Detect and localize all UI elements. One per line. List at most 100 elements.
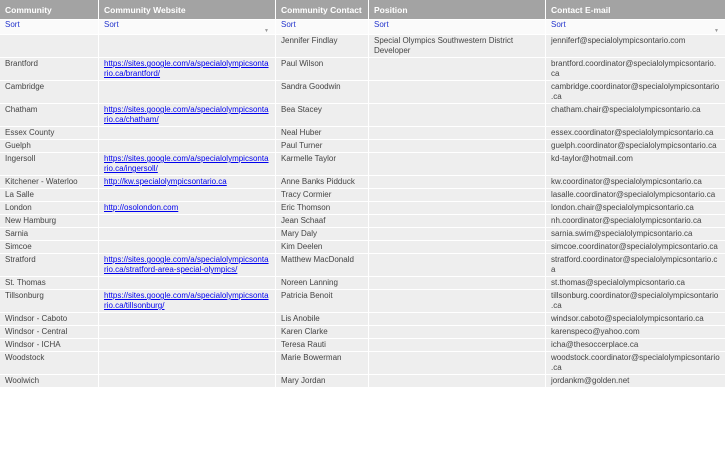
email-cell: nh.coordinator@specialolympicsontario.ca <box>546 215 725 227</box>
sort-arrow-icon[interactable]: ▼ <box>714 28 719 34</box>
position-cell <box>369 313 545 325</box>
email-cell: jordankm@golden.net <box>546 375 725 387</box>
website-cell: https://sites.google.com/a/specialolympi… <box>99 254 275 276</box>
community-website-link[interactable]: https://sites.google.com/a/specialolympi… <box>104 291 269 310</box>
position-cell <box>369 104 545 126</box>
position-cell <box>369 241 545 253</box>
community-cell: Tillsonburg <box>0 290 98 312</box>
email-cell: lasalle.coordinator@specialolympicsontar… <box>546 189 725 201</box>
website-cell <box>99 352 275 374</box>
contact-cell: Patricia Benoit <box>276 290 368 312</box>
sort-community-website: Sort ▼ <box>99 20 275 34</box>
contact-cell: Karmelle Taylor <box>276 153 368 175</box>
website-cell <box>99 140 275 152</box>
contact-cell: Paul Turner <box>276 140 368 152</box>
website-cell: https://sites.google.com/a/specialolympi… <box>99 290 275 312</box>
community-cell: Cambridge <box>0 81 98 103</box>
table-row: London http://osolondon.com Eric Thomson lo… <box>0 202 725 214</box>
community-cell: Sarnia <box>0 228 98 240</box>
email-cell: karenspeco@yahoo.com <box>546 326 725 338</box>
table-row: St. Thomas Noreen Lanning st.thomas@specia… <box>0 277 725 289</box>
header-community-contact: Community Contact <box>276 0 368 19</box>
email-cell: kw.coordinator@specialolympicsontario.ca <box>546 176 725 188</box>
position-cell <box>369 58 545 80</box>
table-row: Windsor - ICHA Teresa Rauti icha@thesoccer… <box>0 339 725 351</box>
email-cell: essex.coordinator@specialolympicsontario… <box>546 127 725 139</box>
header-contact-email: Contact E-mail <box>546 0 725 19</box>
community-cell: Windsor - Central <box>0 326 98 338</box>
website-cell <box>99 215 275 227</box>
community-cell: Stratford <box>0 254 98 276</box>
contact-cell: Eric Thomson <box>276 202 368 214</box>
community-website-link[interactable]: http://kw.specialolympicsontario.ca <box>104 177 227 186</box>
email-cell: chatham.chair@specialolympicsontario.ca <box>546 104 725 126</box>
community-cell: Simcoe <box>0 241 98 253</box>
community-website-link[interactable]: https://sites.google.com/a/specialolympi… <box>104 59 269 78</box>
community-cell: Chatham <box>0 104 98 126</box>
position-cell <box>369 202 545 214</box>
sort-link[interactable]: Sort <box>281 20 296 29</box>
website-cell: https://sites.google.com/a/specialolympi… <box>99 58 275 80</box>
community-website-link[interactable]: https://sites.google.com/a/specialolympi… <box>104 255 269 274</box>
website-cell <box>99 228 275 240</box>
table-row: Simcoe Kim Deelen simcoe.coordinator@speci… <box>0 241 725 253</box>
position-cell <box>369 326 545 338</box>
table-row: Cambridge Sandra Goodwin cambridge.coordin… <box>0 81 725 103</box>
community-website-link[interactable]: https://sites.google.com/a/specialolympi… <box>104 154 269 173</box>
contact-cell: Bea Stacey <box>276 104 368 126</box>
sort-link[interactable]: Sort <box>104 20 119 29</box>
table-row: New Hamburg Jean Schaaf nh.coordinator@spe… <box>0 215 725 227</box>
table-row: Woodstock Marie Bowerman woodstock.coordin… <box>0 352 725 374</box>
community-cell: Ingersoll <box>0 153 98 175</box>
website-cell <box>99 241 275 253</box>
contact-cell: Teresa Rauti <box>276 339 368 351</box>
header-row: Community Community Website Community Co… <box>0 0 725 19</box>
position-cell <box>369 254 545 276</box>
community-cell: Windsor - ICHA <box>0 339 98 351</box>
sort-link[interactable]: Sort <box>374 20 389 29</box>
position-cell <box>369 189 545 201</box>
table-row: Chatham https://sites.google.com/a/specia… <box>0 104 725 126</box>
community-website-link[interactable]: https://sites.google.com/a/specialolympi… <box>104 105 269 124</box>
position-cell <box>369 228 545 240</box>
position-cell <box>369 352 545 374</box>
website-cell: https://sites.google.com/a/specialolympi… <box>99 104 275 126</box>
sort-arrow-icon[interactable]: ▼ <box>264 28 269 34</box>
email-cell: guelph.coordinator@specialolympicsontari… <box>546 140 725 152</box>
table-row: Guelph Paul Turner guelph.coordinator@spec… <box>0 140 725 152</box>
community-contacts-table: Community Community Website Community Co… <box>0 0 726 388</box>
community-cell: Essex County <box>0 127 98 139</box>
sort-row: Sort Sort ▼ Sort Sort Sort ▼ <box>0 20 725 34</box>
header-community: Community <box>0 0 98 19</box>
email-cell: cambridge.coordinator@specialolympicsont… <box>546 81 725 103</box>
header-position: Position <box>369 0 545 19</box>
website-cell <box>99 81 275 103</box>
contact-cell: Jennifer Findlay <box>276 35 368 57</box>
contact-cell: Lis Anobile <box>276 313 368 325</box>
table-row: Brantford https://sites.google.com/a/spec… <box>0 58 725 80</box>
contact-cell: Kim Deelen <box>276 241 368 253</box>
website-cell <box>99 277 275 289</box>
sort-position: Sort <box>369 20 545 34</box>
sort-link[interactable]: Sort <box>5 20 20 29</box>
community-website-link[interactable]: http://osolondon.com <box>104 203 178 212</box>
position-cell <box>369 277 545 289</box>
community-cell: Windsor - Caboto <box>0 313 98 325</box>
email-cell: windsor.caboto@specialolympicsontario.ca <box>546 313 725 325</box>
community-cell <box>0 35 98 57</box>
position-cell <box>369 375 545 387</box>
position-cell <box>369 153 545 175</box>
contact-cell: Matthew MacDonald <box>276 254 368 276</box>
email-cell: stratford.coordinator@specialolympicsont… <box>546 254 725 276</box>
table-row: Kitchener - Waterloo http://kw.specialoly… <box>0 176 725 188</box>
contact-cell: Sandra Goodwin <box>276 81 368 103</box>
website-cell <box>99 127 275 139</box>
sort-link[interactable]: Sort <box>551 20 566 29</box>
table-row: Jennifer Findlay Special Olympics Southwe… <box>0 35 725 57</box>
community-cell: Brantford <box>0 58 98 80</box>
website-cell <box>99 35 275 57</box>
contact-cell: Marie Bowerman <box>276 352 368 374</box>
email-cell: brantford.coordinator@specialolympicsont… <box>546 58 725 80</box>
position-cell <box>369 140 545 152</box>
community-cell: Guelph <box>0 140 98 152</box>
